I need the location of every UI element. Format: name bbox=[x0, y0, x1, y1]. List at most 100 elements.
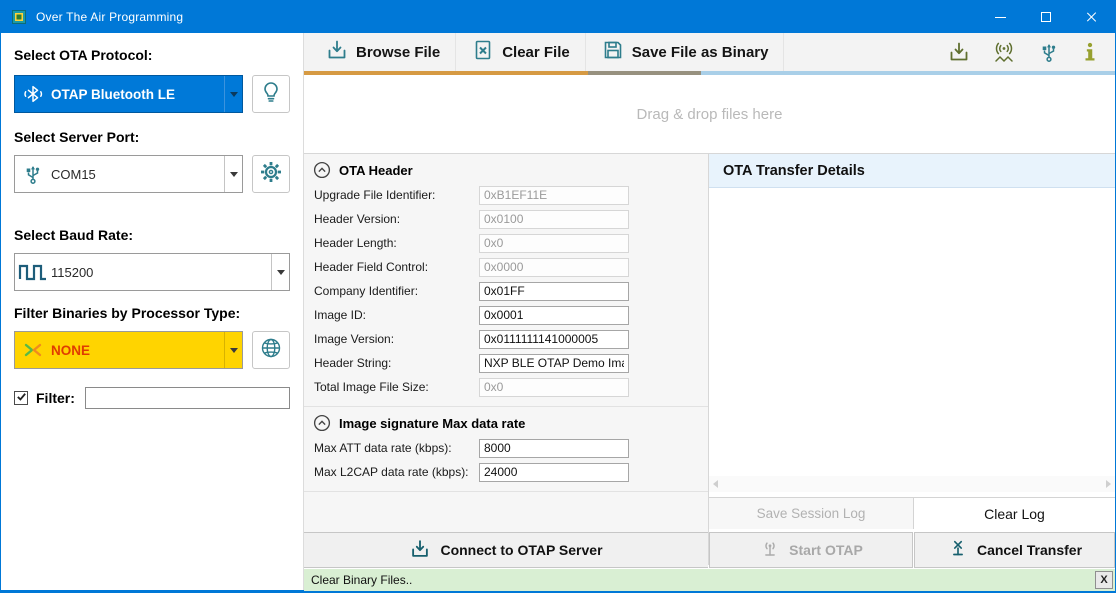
protocol-label: Select OTA Protocol: bbox=[14, 47, 290, 63]
horizontal-scrollbar[interactable] bbox=[709, 476, 1115, 492]
status-close-button[interactable]: X bbox=[1095, 571, 1113, 589]
image-id-input[interactable] bbox=[479, 306, 629, 325]
titlebar: Over The Air Programming bbox=[1, 1, 1115, 33]
transfer-details-header: OTA Transfer Details bbox=[709, 154, 1115, 188]
browse-file-button[interactable]: Browse File bbox=[310, 33, 456, 71]
clear-log-button[interactable]: Clear Log bbox=[914, 497, 1115, 529]
scroll-right-icon[interactable] bbox=[1106, 480, 1111, 488]
save-binary-button[interactable]: Save File as Binary bbox=[586, 33, 785, 71]
status-message: Clear Binary Files.. bbox=[311, 573, 412, 587]
chevron-down-icon[interactable] bbox=[224, 76, 242, 112]
lightbulb-icon bbox=[259, 80, 283, 109]
start-otap-button: Start OTAP bbox=[709, 532, 913, 568]
port-settings-button[interactable] bbox=[252, 155, 290, 193]
server-port-label: Select Server Port: bbox=[14, 129, 290, 145]
filter-checkbox[interactable] bbox=[14, 391, 28, 405]
status-bar: Clear Binary Files.. bbox=[304, 569, 1115, 591]
save-binary-label: Save File as Binary bbox=[632, 44, 769, 61]
minimize-button[interactable] bbox=[977, 1, 1023, 33]
processor-value: NONE bbox=[51, 343, 224, 358]
download-icon bbox=[409, 538, 431, 563]
ota-form-panel: OTA Header Upgrade File Identifier: Head… bbox=[304, 154, 709, 565]
field-label: Total Image File Size: bbox=[314, 380, 479, 394]
signature-section-title: Image signature Max data rate bbox=[339, 416, 525, 431]
server-port-dropdown[interactable]: COM15 bbox=[14, 155, 243, 193]
protocol-value: OTAP Bluetooth LE bbox=[51, 87, 224, 102]
field-label: Max ATT data rate (kbps): bbox=[314, 441, 479, 455]
download-icon[interactable] bbox=[947, 40, 971, 64]
connect-otap-server-label: Connect to OTAP Server bbox=[440, 542, 602, 558]
cancel-transfer-icon bbox=[947, 538, 969, 563]
baud-rate-value: 115200 bbox=[51, 265, 271, 280]
chevron-down-icon[interactable] bbox=[271, 254, 289, 290]
caption-buttons bbox=[977, 1, 1115, 33]
clear-file-icon bbox=[471, 38, 495, 66]
cancel-transfer-label: Cancel Transfer bbox=[977, 542, 1082, 558]
filter-label: Filter: bbox=[36, 390, 75, 406]
chip-icon bbox=[10, 8, 28, 26]
filter-input[interactable] bbox=[85, 387, 290, 409]
online-binaries-button[interactable] bbox=[252, 331, 290, 369]
header-string-input[interactable] bbox=[479, 354, 629, 373]
antenna-icon bbox=[759, 538, 781, 563]
header-field-control-input bbox=[479, 258, 629, 277]
cancel-transfer-button[interactable]: Cancel Transfer bbox=[914, 532, 1115, 568]
server-port-value: COM15 bbox=[51, 167, 224, 182]
clear-log-label: Clear Log bbox=[984, 506, 1045, 522]
file-dropzone[interactable]: Drag & drop files here bbox=[304, 75, 1115, 154]
field-label: Company Identifier: bbox=[314, 284, 479, 298]
maximize-button[interactable] bbox=[1023, 1, 1069, 33]
usb-icon bbox=[15, 162, 51, 186]
field-label: Max L2CAP data rate (kbps): bbox=[314, 465, 479, 479]
save-session-log-button: Save Session Log bbox=[709, 497, 914, 529]
processor-filter-label: Filter Binaries by Processor Type: bbox=[14, 305, 290, 321]
field-label: Upgrade File Identifier: bbox=[314, 188, 479, 202]
start-otap-label: Start OTAP bbox=[789, 542, 863, 558]
scroll-left-icon[interactable] bbox=[713, 480, 718, 488]
browse-file-icon bbox=[325, 38, 349, 66]
toolbar-status-icons bbox=[947, 40, 1115, 64]
processor-icon bbox=[15, 340, 51, 360]
connect-otap-server-button[interactable]: Connect to OTAP Server bbox=[304, 532, 708, 568]
collapse-signature-section-button[interactable] bbox=[313, 414, 331, 432]
info-icon[interactable] bbox=[1081, 40, 1099, 64]
square-wave-icon bbox=[15, 261, 51, 283]
baud-rate-label: Select Baud Rate: bbox=[14, 227, 290, 243]
field-label: Image ID: bbox=[314, 308, 479, 322]
chevron-down-icon[interactable] bbox=[224, 332, 242, 368]
maximize-icon bbox=[1041, 12, 1051, 22]
clear-file-button[interactable]: Clear File bbox=[456, 33, 586, 71]
hint-button[interactable] bbox=[252, 75, 290, 113]
wireless-icon[interactable] bbox=[991, 40, 1017, 64]
header-length-input bbox=[479, 234, 629, 253]
transfer-panel: OTA Transfer Details Save Session Log Cl… bbox=[709, 154, 1115, 565]
image-version-input[interactable] bbox=[479, 330, 629, 349]
field-label: Image Version: bbox=[314, 332, 479, 346]
usb-icon[interactable] bbox=[1037, 40, 1061, 64]
max-l2cap-data-rate-input[interactable] bbox=[479, 463, 629, 482]
max-att-data-rate-input[interactable] bbox=[479, 439, 629, 458]
app-window: Over The Air Programming Select OTA Prot… bbox=[0, 0, 1116, 593]
chevron-down-icon[interactable] bbox=[224, 156, 242, 192]
protocol-dropdown[interactable]: OTAP Bluetooth LE bbox=[14, 75, 243, 113]
window-title: Over The Air Programming bbox=[36, 10, 183, 24]
processor-dropdown[interactable]: NONE bbox=[14, 331, 243, 369]
close-button[interactable] bbox=[1069, 1, 1115, 33]
section-divider bbox=[304, 491, 708, 492]
check-icon bbox=[16, 389, 27, 407]
collapse-ota-header-button[interactable] bbox=[313, 161, 331, 179]
bluetooth-icon bbox=[15, 83, 51, 105]
save-session-log-label: Save Session Log bbox=[757, 506, 866, 521]
browse-file-label: Browse File bbox=[356, 44, 440, 61]
transfer-log bbox=[709, 188, 1115, 476]
minimize-icon bbox=[995, 17, 1006, 18]
globe-icon bbox=[259, 336, 283, 365]
company-identifier-input[interactable] bbox=[479, 282, 629, 301]
transfer-details-title: OTA Transfer Details bbox=[723, 163, 865, 179]
dropzone-text: Drag & drop files here bbox=[637, 106, 783, 123]
header-version-input bbox=[479, 210, 629, 229]
field-label: Header Length: bbox=[314, 236, 479, 250]
field-label: Header Version: bbox=[314, 212, 479, 226]
baud-rate-dropdown[interactable]: 115200 bbox=[14, 253, 290, 291]
gear-icon bbox=[259, 160, 283, 189]
